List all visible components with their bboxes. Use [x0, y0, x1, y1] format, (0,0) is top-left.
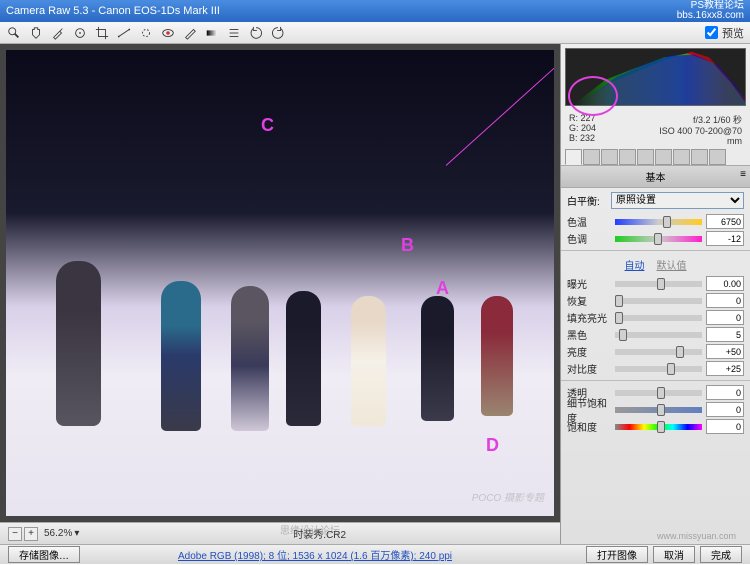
toolbar: 预览 — [0, 22, 750, 44]
exposure-slider[interactable] — [615, 281, 702, 287]
sampler-tool-icon[interactable] — [72, 25, 88, 41]
annotation-c: C — [261, 115, 274, 136]
tab-snapshots-icon[interactable] — [709, 149, 726, 165]
tab-camera-icon[interactable] — [673, 149, 690, 165]
tab-curve-icon[interactable] — [583, 149, 600, 165]
black-label: 黑色 — [567, 327, 611, 342]
recovery-label: 恢复 — [567, 293, 611, 308]
tint-label: 色调 — [567, 231, 611, 246]
default-link[interactable]: 默认值 — [657, 261, 687, 272]
readout-b: B: 232 — [569, 133, 656, 143]
auto-link[interactable]: 自动 — [625, 261, 645, 272]
panel-menu-icon[interactable]: ≡ — [740, 169, 746, 180]
zoom-out-button[interactable]: − — [8, 527, 22, 541]
save-image-button[interactable]: 存储图像… — [8, 546, 80, 563]
rotate-cw-icon[interactable] — [270, 25, 286, 41]
readout-r: R: 227 — [569, 113, 656, 123]
annotation-line — [446, 61, 554, 165]
image-canvas[interactable]: A B C D POCO 摄影专题 — [6, 50, 554, 516]
contrast-value[interactable] — [706, 361, 744, 376]
tab-split-icon[interactable] — [637, 149, 654, 165]
window-title: Camera Raw 5.3 - Canon EOS-1Ds Mark III — [6, 5, 220, 17]
clarity-value[interactable] — [706, 385, 744, 400]
brightness-slider[interactable] — [615, 349, 702, 355]
readout-g: G: 204 — [569, 123, 656, 133]
watermark-2: www.missyuan.com — [657, 531, 736, 541]
recovery-slider[interactable] — [615, 298, 702, 304]
tab-lens-icon[interactable] — [655, 149, 672, 165]
vibrance-value[interactable] — [706, 402, 744, 417]
wb-label: 白平衡: — [567, 193, 607, 208]
brightness-label: 亮度 — [567, 344, 611, 359]
spot-removal-icon[interactable] — [138, 25, 154, 41]
saturation-slider[interactable] — [615, 424, 702, 430]
exposure-value[interactable] — [706, 276, 744, 291]
preview-checkbox[interactable]: 预览 — [705, 25, 744, 41]
tab-hsl-icon[interactable] — [619, 149, 636, 165]
adjustments-panel: R: 227 G: 204 B: 232 f/3.2 1/60 秒 ISO 40… — [560, 44, 750, 544]
readout-aperture: f/3.2 1/60 秒 — [656, 113, 743, 126]
workflow-link[interactable]: Adobe RGB (1998); 8 位; 1536 x 1024 (1.6 … — [178, 547, 452, 562]
tab-presets-icon[interactable] — [691, 149, 708, 165]
fill-value[interactable] — [706, 310, 744, 325]
poco-watermark: POCO 摄影专题 — [472, 489, 544, 504]
saturation-value[interactable] — [706, 419, 744, 434]
fill-label: 填充亮光 — [567, 310, 611, 325]
recovery-value[interactable] — [706, 293, 744, 308]
contrast-slider[interactable] — [615, 366, 702, 372]
tint-value[interactable] — [706, 231, 744, 246]
adjustment-brush-icon[interactable] — [182, 25, 198, 41]
canvas-panel: A B C D POCO 摄影专题 − + 56.2% ▾ 时装秀.CR2 — [0, 44, 560, 544]
tint-slider[interactable] — [615, 236, 702, 242]
tab-detail-icon[interactable] — [601, 149, 618, 165]
redeye-tool-icon[interactable] — [160, 25, 176, 41]
tab-basic-icon[interactable] — [565, 149, 582, 165]
gradient-tool-icon[interactable] — [204, 25, 220, 41]
annotation-a: A — [436, 278, 449, 299]
bottom-bar: 存储图像… Adobe RGB (1998); 8 位; 1536 x 1024… — [0, 544, 750, 564]
annotation-circle — [568, 76, 618, 116]
section-header: 基本 ≡ — [561, 165, 750, 188]
temp-value[interactable] — [706, 214, 744, 229]
readout-iso: ISO 400 70-200@70 mm — [656, 126, 743, 146]
fill-slider[interactable] — [615, 315, 702, 321]
cancel-button[interactable]: 取消 — [653, 546, 695, 563]
open-image-button[interactable]: 打开图像 — [586, 546, 648, 563]
watermark-1: 思缘设计论坛 — [280, 522, 340, 537]
straighten-tool-icon[interactable] — [116, 25, 132, 41]
vibrance-slider[interactable] — [615, 407, 702, 413]
brightness-value[interactable] — [706, 344, 744, 359]
zoom-tool-icon[interactable] — [6, 25, 22, 41]
exposure-label: 曝光 — [567, 276, 611, 291]
rotate-ccw-icon[interactable] — [248, 25, 264, 41]
hand-tool-icon[interactable] — [28, 25, 44, 41]
clarity-slider[interactable] — [615, 390, 702, 396]
saturation-label: 饱和度 — [567, 419, 611, 434]
prefs-icon[interactable] — [226, 25, 242, 41]
black-value[interactable] — [706, 327, 744, 342]
window-titlebar: Camera Raw 5.3 - Canon EOS-1Ds Mark III … — [0, 0, 750, 22]
black-slider[interactable] — [615, 332, 702, 338]
white-balance-select[interactable]: 原照设置 — [611, 192, 744, 209]
eyedropper-tool-icon[interactable] — [50, 25, 66, 41]
crop-tool-icon[interactable] — [94, 25, 110, 41]
zoom-level[interactable]: 56.2% — [44, 528, 72, 539]
temp-slider[interactable] — [615, 219, 702, 225]
done-button[interactable]: 完成 — [700, 546, 742, 563]
temp-label: 色温 — [567, 214, 611, 229]
zoom-in-button[interactable]: + — [24, 527, 38, 541]
branding: PS教程论坛bbs.16xx8.com — [677, 1, 744, 21]
panel-tabs — [561, 149, 750, 165]
contrast-label: 对比度 — [567, 361, 611, 376]
annotation-b: B — [401, 235, 414, 256]
annotation-d: D — [486, 435, 499, 456]
